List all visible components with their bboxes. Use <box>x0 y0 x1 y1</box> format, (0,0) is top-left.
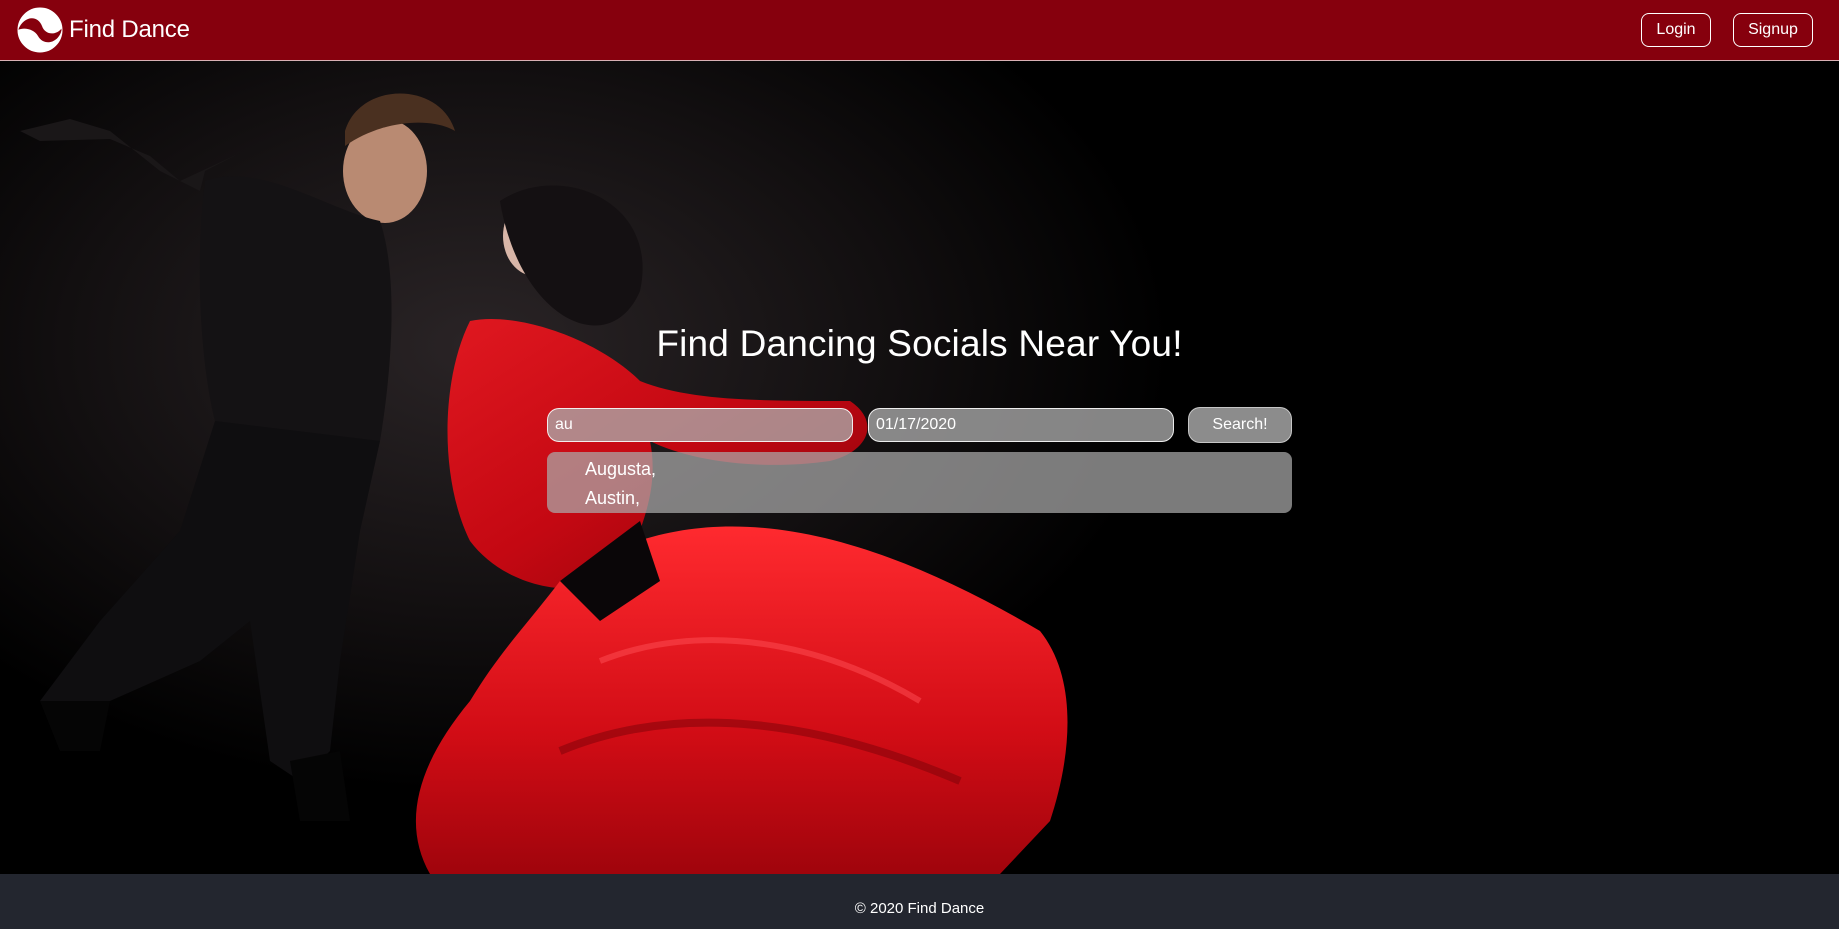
location-input[interactable] <box>547 408 853 442</box>
footer: © 2020 Find Dance <box>0 874 1839 929</box>
date-input[interactable] <box>868 408 1174 442</box>
hero-section: Find Dancing Socials Near You! Search! A… <box>0 61 1839 874</box>
search-button[interactable]: Search! <box>1188 407 1292 443</box>
top-navbar: Find Dance Login Signup <box>0 0 1839 61</box>
copyright-text: © 2020 Find Dance <box>854 900 985 917</box>
signup-button[interactable]: Signup <box>1733 13 1813 47</box>
location-suggestions: Augusta, Austin, <box>547 452 1292 513</box>
suggestion-item[interactable]: Augusta, <box>585 455 1292 484</box>
brand-name: Find Dance <box>69 16 190 43</box>
search-form: Search! <box>547 407 1292 443</box>
swirl-logo-icon <box>17 7 63 53</box>
nav-actions: Login Signup <box>1641 13 1813 47</box>
brand-link[interactable]: Find Dance <box>14 5 190 55</box>
suggestion-item[interactable]: Austin, <box>585 484 1292 513</box>
hero-title: Find Dancing Socials Near You! <box>656 323 1183 364</box>
login-button[interactable]: Login <box>1641 13 1711 47</box>
